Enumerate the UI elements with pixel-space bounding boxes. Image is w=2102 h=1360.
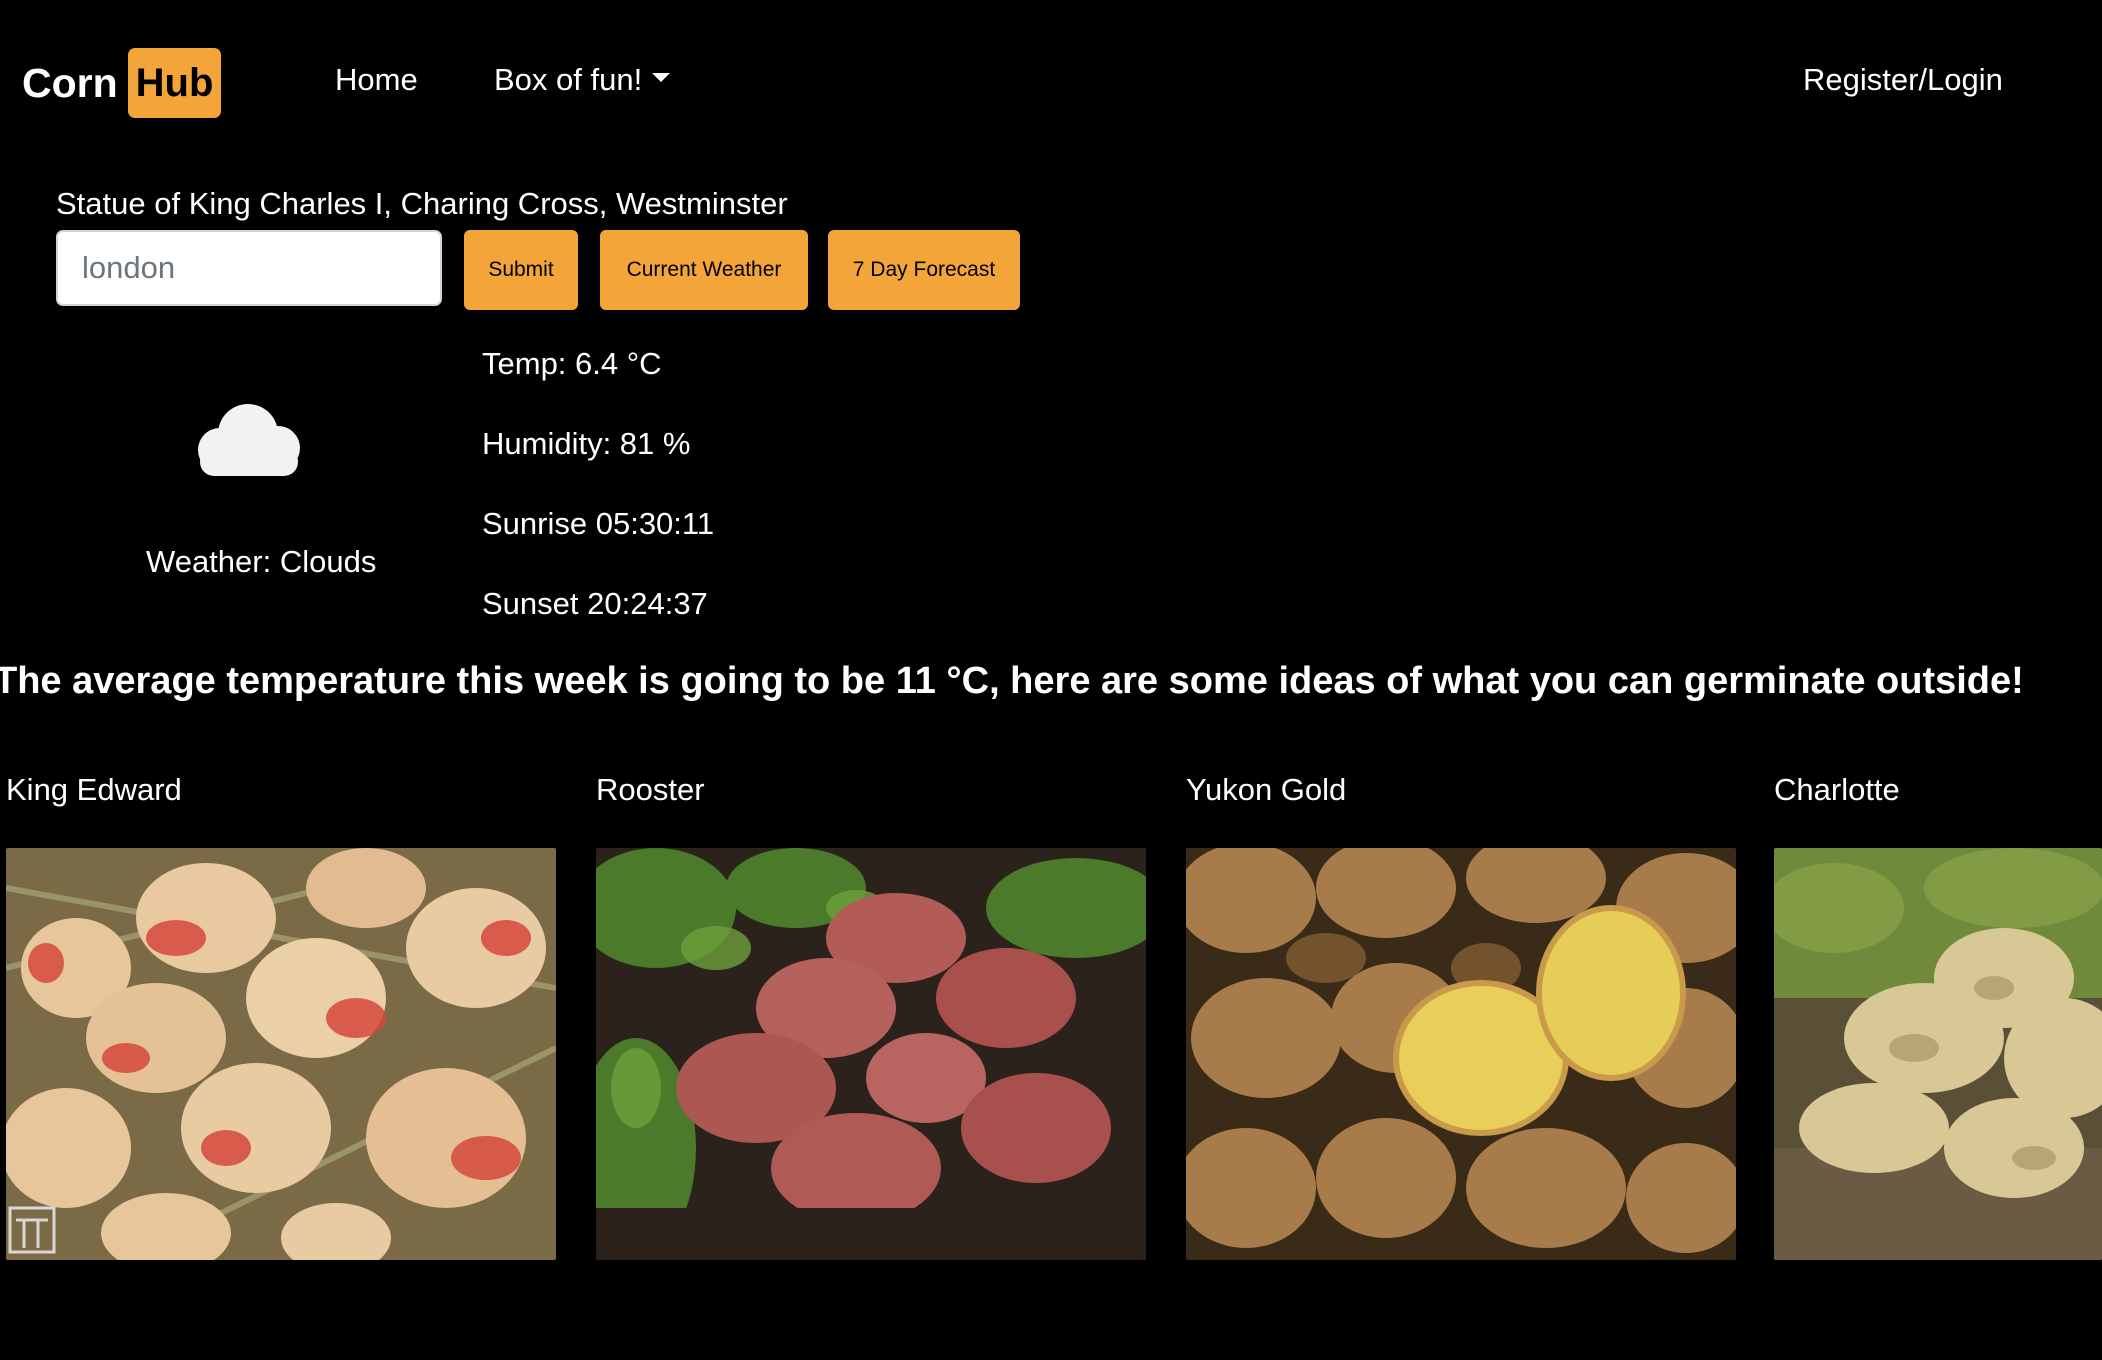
potato-image	[1186, 848, 1736, 1260]
navbar: Corn Hub Home Box of fun! Register/Login	[0, 0, 2102, 170]
humidity-value: Humidity: 81 %	[482, 426, 691, 461]
sunset-value: Sunset 20:24:37	[482, 586, 708, 621]
potato-name: King Edward	[6, 772, 182, 807]
current-weather-button[interactable]: Current Weather	[600, 230, 808, 310]
potato-card: Charlotte	[1774, 772, 2102, 1260]
potato-name: Rooster	[596, 772, 705, 807]
cloud-icon	[198, 404, 300, 476]
caret-down-icon	[652, 73, 671, 83]
register-login-link[interactable]: Register/Login	[1803, 62, 2003, 98]
potato-image	[1774, 848, 2102, 1260]
potato-card: King Edward	[6, 772, 556, 1260]
average-temperature-message: The average temperature this week is goi…	[0, 660, 2024, 702]
potato-image	[596, 848, 1146, 1260]
brand-logo[interactable]: Corn Hub	[22, 48, 222, 118]
brand-text-hub: Hub	[127, 48, 222, 118]
temperature-value: Temp: 6.4 °C	[482, 346, 662, 381]
city-search-input[interactable]	[56, 230, 442, 306]
potato-card: Yukon Gold	[1186, 772, 1736, 1260]
potato-name: Yukon Gold	[1186, 772, 1347, 807]
potato-card: Rooster	[596, 772, 1146, 1260]
location-label: Statue of King Charles I, Charing Cross,…	[56, 186, 788, 221]
brand-text-corn: Corn	[22, 59, 118, 106]
submit-button[interactable]: Submit	[464, 230, 578, 310]
nav-home-link[interactable]: Home	[335, 62, 418, 98]
seven-day-forecast-button[interactable]: 7 Day Forecast	[828, 230, 1020, 310]
potato-name: Charlotte	[1774, 772, 1900, 807]
nav-dropdown-label: Box of fun!	[494, 62, 643, 97]
potato-image	[6, 848, 556, 1260]
weather-condition-label: Weather: Clouds	[146, 544, 377, 579]
nav-box-of-fun-dropdown[interactable]: Box of fun!	[494, 62, 671, 98]
sunrise-value: Sunrise 05:30:11	[482, 506, 715, 541]
